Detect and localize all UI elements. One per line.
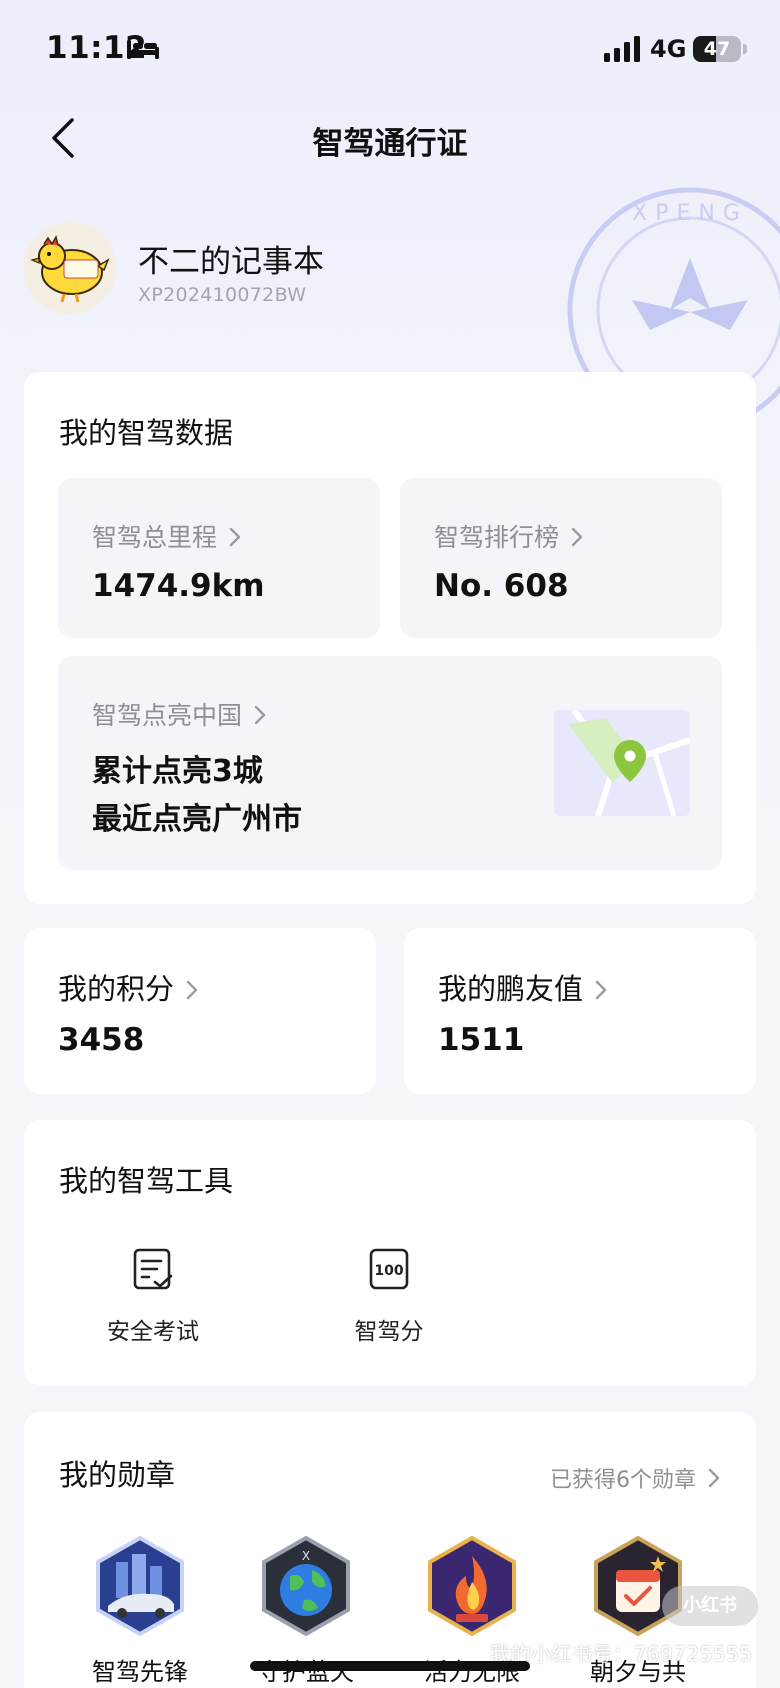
user-id: XP202410072BW (138, 284, 307, 306)
medal-pioneer-label: 智驾先锋 (92, 1658, 188, 1686)
chevron-right-icon (229, 527, 241, 547)
nav-bar: 智驾通行证 (0, 100, 780, 180)
signal-icon (604, 36, 640, 62)
xiaohongshu-logo: 小红书 (662, 1586, 758, 1626)
points-card[interactable]: 我的积分 3458 (24, 928, 376, 1094)
light-up-china-tile[interactable]: 智驾点亮中国 累计点亮3城 最近点亮广州市 (58, 656, 722, 870)
car-city-medal-icon (96, 1536, 184, 1636)
medal-count-link[interactable]: 已获得6个勋章 (550, 1462, 720, 1494)
battery-cap (743, 44, 747, 54)
friend-value-card[interactable]: 我的鹏友值 1511 (404, 928, 756, 1094)
battery-percent: 47 (703, 38, 731, 60)
light-up-label: 智驾点亮中国 (92, 701, 243, 730)
profile-header: 不二的记事本 XP202410072BW (24, 222, 524, 318)
ranking-label: 智驾排行榜 (434, 523, 560, 552)
chevron-right-icon (571, 527, 583, 547)
sleep-focus-icon (127, 40, 159, 59)
friend-value-label-row: 我的鹏友值 (438, 966, 607, 1008)
map-thumbnail-icon (554, 710, 690, 816)
driving-data-card: 我的智驾数据 智驾总里程 1474.9km 智驾排行榜 No. 608 智驾点亮… (24, 372, 756, 904)
exam-icon (133, 1248, 173, 1290)
tool-driving-score-label: 智驾分 (354, 1319, 424, 1345)
network-type: 4G (650, 35, 687, 63)
chevron-right-icon (254, 705, 266, 725)
medal-count-text: 已获得6个勋章 (550, 1468, 696, 1493)
chick-avatar-icon (30, 235, 110, 303)
points-label-row: 我的积分 (58, 966, 198, 1008)
chevron-right-icon (595, 980, 607, 1000)
friend-value: 1511 (438, 1022, 525, 1058)
tools-title: 我的智驾工具 (59, 1164, 234, 1198)
flame-medal-icon (428, 1536, 516, 1636)
chevron-right-icon (186, 980, 198, 1000)
battery-icon: 47 (693, 36, 741, 62)
score-100-icon: 100 (369, 1248, 409, 1290)
tool-safety-exam-label: 安全考试 (107, 1319, 199, 1345)
ranking-value: No. 608 (434, 568, 569, 604)
earth-medal-icon: X (262, 1536, 350, 1636)
medals-title: 我的勋章 (59, 1458, 176, 1492)
tool-safety-exam[interactable]: 安全考试 (68, 1246, 238, 1346)
friend-value-label: 我的鹏友值 (438, 972, 584, 1006)
mileage-label-row: 智驾总里程 (92, 518, 241, 554)
mileage-tile[interactable]: 智驾总里程 1474.9km (58, 478, 380, 638)
driving-data-title: 我的智驾数据 (59, 416, 234, 450)
points-value: 3458 (58, 1022, 145, 1058)
ranking-label-row: 智驾排行榜 (434, 518, 583, 554)
mileage-value: 1474.9km (92, 568, 265, 604)
points-label: 我的积分 (58, 972, 175, 1006)
user-name: 不二的记事本 (138, 244, 324, 280)
ranking-tile[interactable]: 智驾排行榜 No. 608 (400, 478, 722, 638)
page-title: 智驾通行证 (312, 126, 468, 162)
light-up-label-row: 智驾点亮中国 (92, 696, 266, 732)
tools-card: 我的智驾工具 安全考试 100 智驾分 (24, 1120, 756, 1386)
avatar[interactable] (24, 222, 116, 314)
status-bar: 11:12 4G 47 (0, 0, 780, 100)
svg-text:100: 100 (374, 1263, 403, 1279)
light-up-recent-city: 最近点亮广州市 (92, 802, 302, 837)
svg-text:XPENG: XPENG (632, 201, 748, 226)
chevron-right-icon (708, 1468, 720, 1488)
light-up-city-count: 累计点亮3城 (92, 754, 263, 789)
svg-text:X: X (302, 1549, 310, 1563)
mileage-label: 智驾总里程 (92, 523, 218, 552)
home-indicator[interactable] (250, 1661, 530, 1671)
medal-pioneer[interactable]: 智驾先锋 (65, 1536, 215, 1687)
tool-driving-score[interactable]: 100 智驾分 (304, 1246, 474, 1346)
